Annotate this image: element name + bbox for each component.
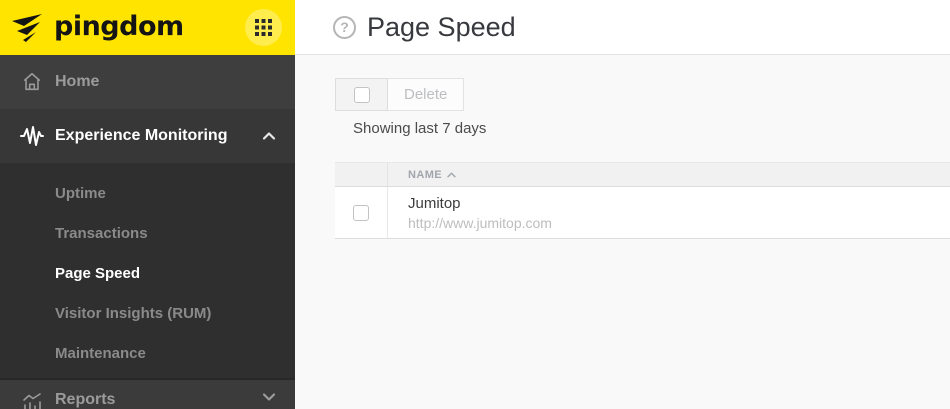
home-icon (20, 71, 44, 93)
checks-table: NAME Jumitop http://www.jum (335, 162, 950, 239)
check-name-cell[interactable]: Jumitop http://www.jumitop.com (388, 187, 552, 238)
reports-chart-icon (20, 393, 44, 409)
main-content: ? Page Speed Delete Showing last 7 days … (295, 0, 950, 409)
sidebar-item-page-speed[interactable]: Page Speed (0, 254, 295, 294)
select-all-checkbox[interactable] (354, 87, 370, 103)
experience-monitoring-submenu: Uptime Transactions Page Speed Visitor I… (0, 163, 295, 378)
help-icon[interactable]: ? (333, 16, 356, 39)
sidebar-item-reports[interactable]: Reports (0, 380, 295, 409)
table-row[interactable]: Jumitop http://www.jumitop.com (335, 187, 950, 239)
brand-wordmark: pingdom (54, 13, 184, 43)
row-checkbox-cell (335, 187, 388, 238)
sidebar-item-maintenance[interactable]: Maintenance (0, 334, 295, 374)
column-header-name[interactable]: NAME (388, 163, 456, 186)
sidebar-item-label: Home (55, 73, 99, 91)
waveform-icon (20, 124, 44, 148)
showing-period-text: Showing last 7 days (353, 120, 950, 137)
chevron-up-icon (263, 132, 275, 140)
brand-bar: pingdom (0, 0, 295, 55)
app-window: pingdom (0, 0, 950, 409)
content-area: Delete Showing last 7 days NAME (295, 55, 950, 239)
header-checkbox-column (335, 163, 388, 186)
sidebar-item-visitor-insights[interactable]: Visitor Insights (RUM) (0, 294, 295, 334)
sidebar-item-experience-monitoring[interactable]: Experience Monitoring (0, 109, 295, 163)
select-all-button[interactable] (335, 78, 388, 111)
table-header-row: NAME (335, 163, 950, 187)
check-name: Jumitop (408, 195, 552, 212)
check-url: http://www.jumitop.com (408, 215, 552, 231)
sidebar-item-uptime[interactable]: Uptime (0, 174, 295, 214)
sidebar-item-label: Reports (55, 391, 115, 409)
grid-icon (255, 19, 272, 36)
page-header: ? Page Speed (295, 0, 950, 55)
solarwinds-arrow-icon (12, 13, 46, 43)
sidebar-item-label: Experience Monitoring (55, 127, 227, 145)
page-title: Page Speed (367, 12, 516, 43)
chevron-down-icon (263, 393, 275, 401)
apps-grid-button[interactable] (245, 9, 282, 46)
sidebar-item-home[interactable]: Home (0, 55, 295, 109)
sidebar-item-transactions[interactable]: Transactions (0, 214, 295, 254)
bulk-action-toolbar: Delete (335, 78, 464, 111)
sort-ascending-icon (447, 172, 456, 178)
pingdom-logo[interactable]: pingdom (12, 13, 184, 43)
row-checkbox[interactable] (353, 205, 369, 221)
sidebar: pingdom (0, 0, 295, 409)
delete-button[interactable]: Delete (388, 78, 464, 111)
